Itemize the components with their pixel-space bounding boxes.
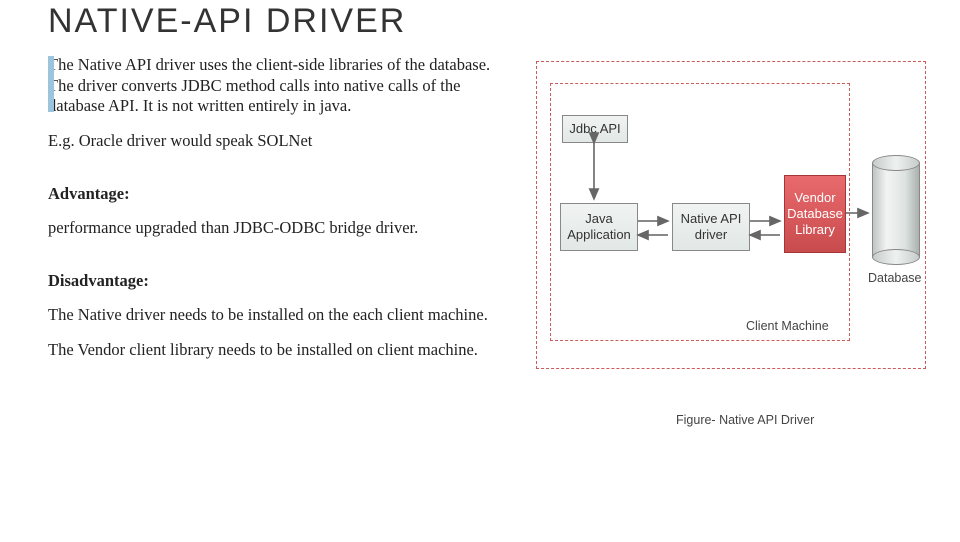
description-1: The Native API driver uses the client-si…: [48, 55, 518, 117]
disadvantage-text-1: The Native driver needs to be installed …: [48, 305, 518, 326]
disadvantage-heading: Disadvantage:: [48, 271, 518, 292]
accent-bar: [48, 56, 54, 112]
diagram: Jdbc API Java Application Native API dri…: [536, 55, 920, 455]
slide-title: NATIVE-API DRIVER: [48, 2, 920, 41]
diagram-arrows: [536, 55, 920, 455]
description-2: E.g. Oracle driver would speak SOLNet: [48, 131, 518, 152]
text-column: The Native API driver uses the client-si…: [48, 55, 518, 455]
advantage-text: performance upgraded than JDBC-ODBC brid…: [48, 218, 518, 239]
disadvantage-text-2: The Vendor client library needs to be in…: [48, 340, 518, 361]
advantage-heading: Advantage:: [48, 184, 518, 205]
